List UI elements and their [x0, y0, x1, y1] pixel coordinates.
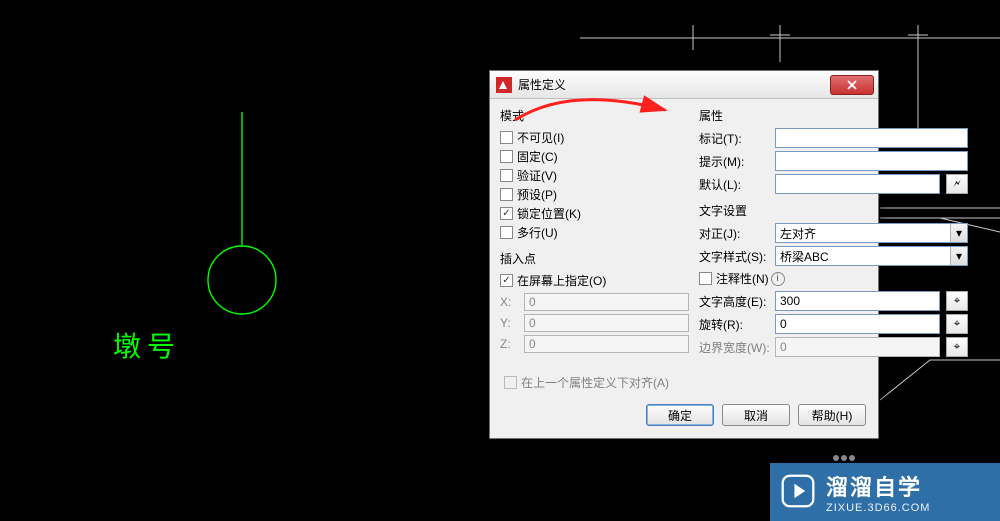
- mode-group: 模式 不可见(I) 固定(C) 验证(V) 预设(P) ✓ 锁定位置(K) 多行(…: [500, 107, 689, 242]
- close-button[interactable]: [830, 75, 874, 95]
- style-value: 桥梁ABC: [780, 248, 829, 265]
- attribute-title: 属性: [699, 107, 968, 124]
- dialog-titlebar[interactable]: 属性定义: [490, 71, 878, 99]
- pick-icon: ⌖: [954, 341, 960, 354]
- x-label: X:: [500, 295, 524, 309]
- checkbox-align-prev: [504, 376, 517, 389]
- rotation-label: 旋转(R):: [699, 316, 769, 333]
- help-button[interactable]: 帮助(H): [798, 404, 866, 426]
- checkbox-verify[interactable]: [500, 169, 513, 182]
- label-verify: 验证(V): [517, 167, 557, 184]
- boundary-input: [775, 337, 940, 357]
- prompt-label: 提示(M):: [699, 153, 769, 170]
- label-invisible: 不可见(I): [517, 129, 564, 146]
- checkbox-multiline[interactable]: [500, 226, 513, 239]
- attribute-definition-dialog: 属性定义 模式 不可见(I) 固定(C) 验证(V) 预设(P) ✓ 锁定位置(K…: [489, 70, 879, 439]
- insertion-group: 插入点 ✓ 在屏幕上指定(O) X: Y: Z:: [500, 250, 689, 353]
- height-input[interactable]: [775, 291, 940, 311]
- checkbox-constant[interactable]: [500, 150, 513, 163]
- checkbox-annotative[interactable]: [699, 272, 712, 285]
- text-group: 文字设置 对正(J): 左对齐 ▾ 文字样式(S): 桥梁ABC ▾ 注释性(N)i…: [699, 202, 968, 357]
- tag-input[interactable]: [775, 128, 968, 148]
- watermark-sub: ZIXUE.3D66.COM: [826, 502, 930, 514]
- watermark-banner: 溜溜自学 ZIXUE.3D66.COM: [770, 463, 1000, 521]
- label-lockposition: 锁定位置(K): [517, 205, 581, 222]
- label-multiline: 多行(U): [517, 224, 558, 241]
- label-preset: 预设(P): [517, 186, 557, 203]
- chevron-down-icon: ▾: [950, 224, 967, 242]
- tag-label: 标记(T):: [699, 130, 769, 147]
- text-title: 文字设置: [699, 202, 968, 219]
- insertion-title: 插入点: [500, 250, 689, 267]
- justify-combo[interactable]: 左对齐 ▾: [775, 223, 968, 243]
- dialog-title: 属性定义: [518, 76, 830, 93]
- scrollbar-grip[interactable]: [833, 455, 855, 461]
- cad-text-pier-number: 墩号: [113, 325, 181, 365]
- default-input[interactable]: [775, 174, 940, 194]
- app-icon: [496, 77, 512, 93]
- ok-button[interactable]: 确定: [646, 404, 714, 426]
- close-icon: [846, 79, 858, 91]
- pick-height-button[interactable]: ⌖: [946, 291, 968, 311]
- cancel-button[interactable]: 取消: [722, 404, 790, 426]
- checkbox-lockposition[interactable]: ✓: [500, 207, 513, 220]
- justify-value: 左对齐: [780, 225, 816, 242]
- label-annotative: 注释性(N): [716, 270, 769, 287]
- info-icon[interactable]: i: [771, 272, 785, 286]
- checkbox-specify-onscreen[interactable]: ✓: [500, 274, 513, 287]
- checkbox-preset[interactable]: [500, 188, 513, 201]
- label-constant: 固定(C): [517, 148, 558, 165]
- field-icon: 🗲: [953, 178, 960, 191]
- y-label: Y:: [500, 316, 524, 330]
- justify-label: 对正(J):: [699, 225, 769, 242]
- pick-icon: ⌖: [954, 318, 960, 331]
- watermark-brand: 溜溜自学: [826, 470, 930, 502]
- x-input: [524, 293, 689, 311]
- style-combo[interactable]: 桥梁ABC ▾: [775, 246, 968, 266]
- chevron-down-icon: ▾: [950, 247, 967, 265]
- play-icon: [780, 473, 816, 512]
- prompt-input[interactable]: [775, 151, 968, 171]
- insert-field-button[interactable]: 🗲: [946, 174, 968, 194]
- z-input: [524, 335, 689, 353]
- pick-rotation-button[interactable]: ⌖: [946, 314, 968, 334]
- label-align-prev: 在上一个属性定义下对齐(A): [521, 374, 669, 391]
- checkbox-invisible[interactable]: [500, 131, 513, 144]
- mode-title: 模式: [500, 107, 689, 124]
- attribute-group: 属性 标记(T): 提示(M): 默认(L): 🗲: [699, 107, 968, 194]
- z-label: Z:: [500, 337, 524, 351]
- boundary-label: 边界宽度(W):: [699, 339, 769, 356]
- style-label: 文字样式(S):: [699, 248, 769, 265]
- pick-boundary-button: ⌖: [946, 337, 968, 357]
- label-specify-onscreen: 在屏幕上指定(O): [517, 272, 606, 289]
- height-label: 文字高度(E):: [699, 293, 769, 310]
- pick-icon: ⌖: [954, 295, 960, 308]
- default-label: 默认(L):: [699, 176, 769, 193]
- rotation-input[interactable]: [775, 314, 940, 334]
- y-input: [524, 314, 689, 332]
